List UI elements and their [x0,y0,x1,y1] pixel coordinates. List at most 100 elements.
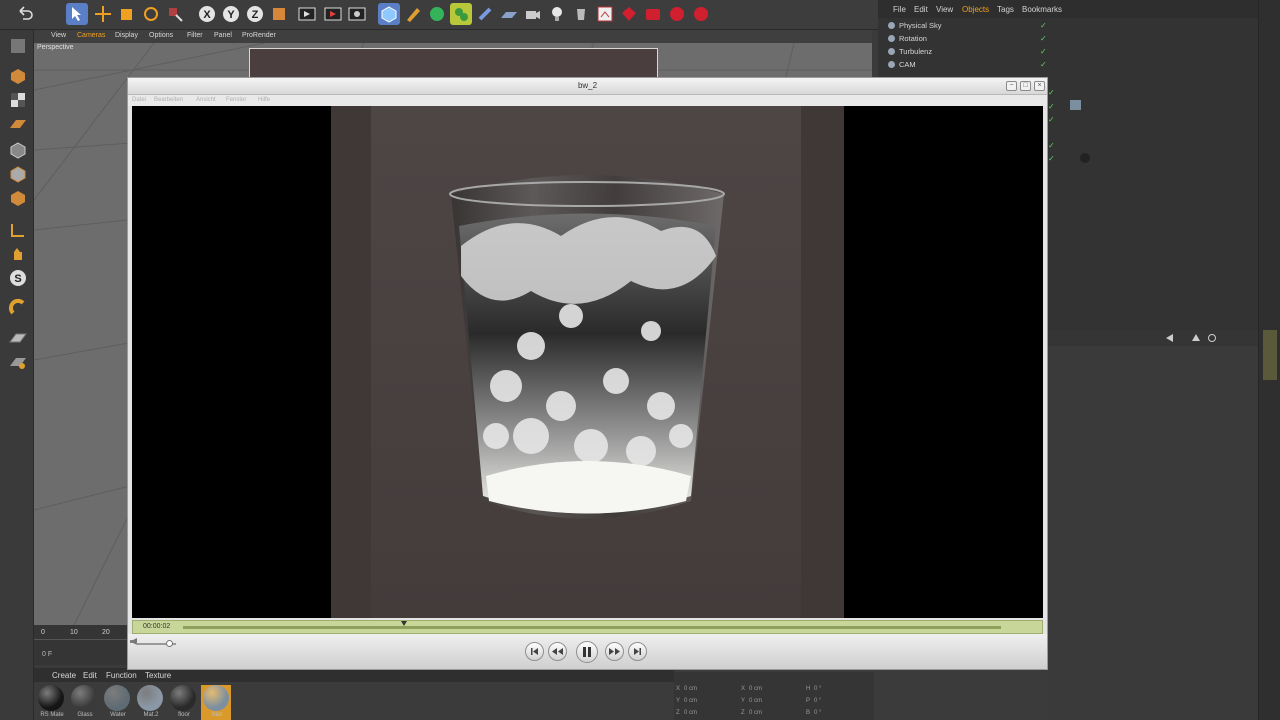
mat-menu-edit[interactable]: Edit [83,671,97,680]
deformer-icon[interactable] [474,3,496,25]
coordinate-field[interactable]: 0 cm [684,698,697,704]
object-row[interactable]: Rotation ✓ [878,32,1058,45]
redshift-light-icon[interactable] [690,3,712,25]
om-menu-objects[interactable]: Objects [962,5,989,14]
render-to-picture-viewer-icon[interactable] [322,3,344,25]
points-mode-icon[interactable] [8,140,28,160]
visibility-check-icon[interactable]: ✓ [1040,34,1047,43]
viewport-menu-prorender[interactable]: ProRender [242,32,276,39]
minimize-icon[interactable]: − [1006,81,1017,91]
visibility-check-icon[interactable]: ✓ [1048,154,1055,163]
seek-track[interactable] [183,626,1001,629]
maximize-icon[interactable]: □ [1020,81,1031,91]
om-menu-edit[interactable]: Edit [914,5,928,14]
y-axis-lock-icon[interactable]: Y [220,3,242,25]
visibility-check-icon[interactable]: ✓ [1048,88,1055,97]
close-icon[interactable]: × [1034,81,1045,91]
redshift-ipr-icon[interactable] [642,3,664,25]
player-titlebar[interactable]: bw_2 − □ × [128,78,1047,95]
floor-icon[interactable] [498,3,520,25]
redshift-render-icon[interactable] [618,3,640,25]
player-menu-fenster[interactable]: Fenster [226,97,246,103]
coordinate-field[interactable]: 0 ° [814,710,821,716]
om-menu-tags[interactable]: Tags [997,5,1014,14]
viewport-menu-display[interactable]: Display [115,32,138,39]
player-menu-datei[interactable]: Datei [132,97,146,103]
select-arrow-icon[interactable] [66,3,88,25]
current-frame-field[interactable]: 0 F [42,651,52,658]
polygons-mode-icon[interactable] [8,188,28,208]
om-menu-file[interactable]: File [893,5,906,14]
scale-icon[interactable] [116,3,138,25]
om-menu-view[interactable]: View [936,5,953,14]
visibility-check-icon[interactable]: ✓ [1040,21,1047,30]
move-icon[interactable] [92,3,114,25]
tweak-icon[interactable] [8,244,28,264]
workplane-icon[interactable] [8,114,28,134]
lock-workplane-icon[interactable] [8,352,28,372]
coordinate-system-icon[interactable] [268,3,290,25]
material-swatch[interactable]: floor [168,685,198,720]
undo-icon[interactable] [14,3,36,25]
array-icon[interactable] [450,3,472,25]
material-swatch[interactable]: Mat.2 [135,685,165,720]
video-player-window[interactable]: bw_2 − □ × Datei Bearbeiten Ansicht Fens… [127,77,1048,670]
material-tag-icon[interactable] [1070,100,1081,110]
viewport-menu-view[interactable]: View [51,32,66,39]
visibility-check-icon[interactable]: ✓ [1040,60,1047,69]
visibility-check-icon[interactable]: ✓ [1040,47,1047,56]
bucket-icon[interactable] [570,3,592,25]
coordinate-field[interactable]: 0 ° [814,698,821,704]
object-row[interactable]: Physical Sky ✓ [878,19,1058,32]
fast-forward-button[interactable] [605,642,624,661]
video-area[interactable] [132,106,1043,618]
pen-spline-icon[interactable] [402,3,424,25]
up-arrow-icon[interactable] [1192,334,1200,341]
visibility-check-icon[interactable]: ✓ [1048,141,1055,150]
z-axis-lock-icon[interactable]: Z [244,3,266,25]
material-swatch[interactable]: RS Mate [36,685,66,720]
mat-menu-function[interactable]: Function [106,671,137,680]
mat-menu-texture[interactable]: Texture [145,671,171,680]
render-view-icon[interactable] [296,3,318,25]
coordinate-field[interactable]: 0 cm [684,710,697,716]
rewind-button[interactable] [548,642,567,661]
render-settings-icon[interactable] [346,3,368,25]
pause-button[interactable] [576,641,598,663]
player-menu-ansicht[interactable]: Ansicht [196,97,216,103]
player-menu-hilfe[interactable]: Hilfe [258,97,270,103]
redshift-material-icon[interactable] [666,3,688,25]
player-menu-bearbeiten[interactable]: Bearbeiten [154,97,183,103]
light-icon[interactable] [546,3,568,25]
viewport-menu-cameras[interactable]: Cameras [77,32,105,39]
material-swatch[interactable]: Glass [69,685,99,720]
coordinate-field[interactable]: 0 cm [749,710,762,716]
rotate-icon[interactable] [140,3,162,25]
object-row[interactable]: Turbulenz ✓ [878,45,1058,58]
snap-icon[interactable]: S [8,268,28,288]
magnet-icon[interactable] [8,298,28,318]
volume-knob[interactable] [166,640,173,647]
material-swatch[interactable]: Water [102,685,132,720]
texture-mode-icon[interactable] [8,90,28,110]
coordinate-field[interactable]: 0 ° [814,686,821,692]
axis-mode-icon[interactable] [8,220,28,240]
coordinate-field[interactable]: 0 cm [749,698,762,704]
recent-tool-icon[interactable] [164,3,186,25]
takes-tab[interactable] [1263,60,1277,100]
viewport-menu-options[interactable]: Options [149,32,173,39]
skip-to-end-button[interactable] [628,642,647,661]
back-arrow-icon[interactable] [1166,334,1173,342]
material-tag-icon[interactable] [1080,153,1090,163]
material-swatch[interactable]: Mat [201,685,231,720]
attributes-tab[interactable] [1263,330,1277,380]
coordinate-field[interactable]: 0 cm [684,686,697,692]
edges-mode-icon[interactable] [8,164,28,184]
subdivision-icon[interactable] [426,3,448,25]
x-axis-lock-icon[interactable]: X [196,3,218,25]
coordinate-field[interactable]: 0 cm [749,686,762,692]
grid-plane-icon[interactable] [8,328,28,348]
om-menu-bookmarks[interactable]: Bookmarks [1022,5,1062,14]
camera-icon[interactable] [522,3,544,25]
object-row[interactable]: CAM ✓ [878,58,1058,71]
